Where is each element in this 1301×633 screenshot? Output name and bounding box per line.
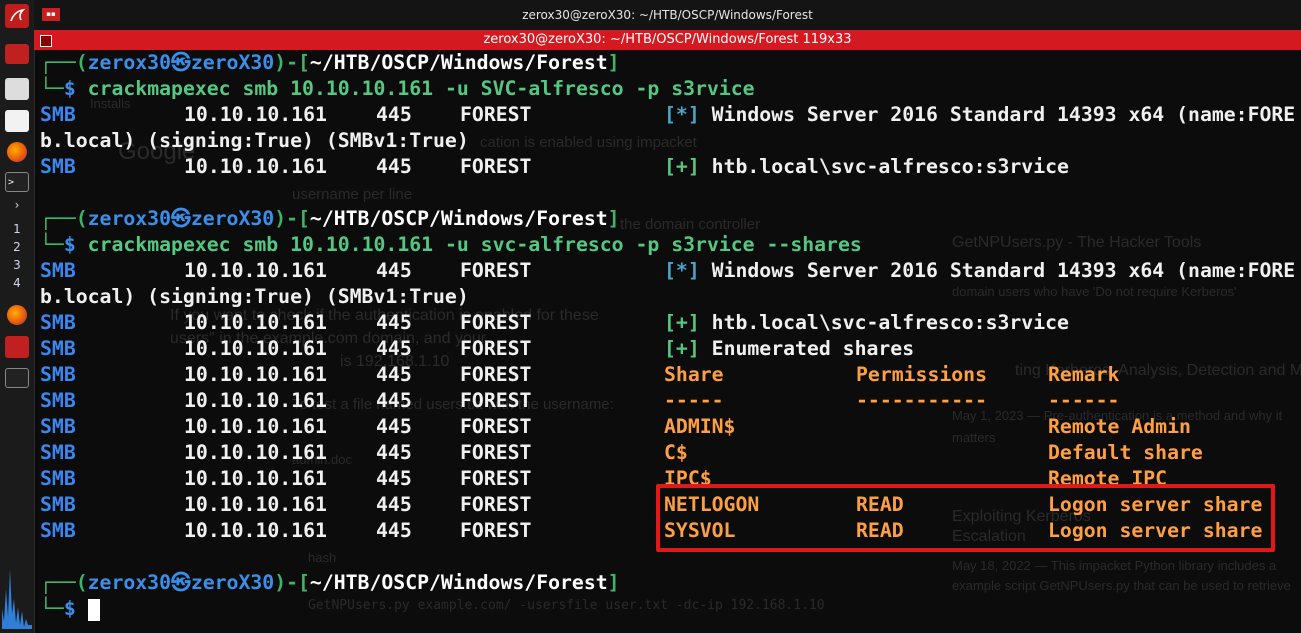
application-dock: > › 1 2 3 4 [0,0,35,633]
firefox-task-icon[interactable] [7,305,27,325]
output-row: SMB 10.10.10.161 445 FOREST [+] htb.local\sv… [40,311,1069,334]
highlight-box [656,484,1275,552]
file-manager-icon[interactable] [5,78,29,100]
terminal-task-icon[interactable] [5,368,29,388]
workspace-2[interactable]: 2 [0,240,34,254]
prompt-line: ┌──(zerox30㉿zeroX30)-[~/HTB/OSCP/Windows… [40,207,620,230]
command-line: └─$ crackmapexec smb 10.10.10.161 -u svc… [40,233,862,256]
output-row: SMB 10.10.10.161 445 FOREST [*] Windows Serv… [40,103,1296,126]
prompt-line: ┌──(zerox30㉿zeroX30)-[~/HTB/OSCP/Windows… [40,571,620,594]
terminal-task-red-icon[interactable] [5,336,29,358]
workspace-arrow-icon[interactable]: › [0,198,34,212]
workspace-4[interactable]: 4 [0,276,34,290]
red-app-icon[interactable] [5,44,29,64]
output-row: SMB 10.10.10.161 445 FOREST [*] Windows Serv… [40,259,1296,282]
share-header-row: SMB 10.10.10.161 445 FOREST Share Permissions… [40,363,1120,386]
terminal-titlebar[interactable]: zerox30@zeroX30: ~/HTB/OSCP/Windows/Fore… [34,30,1301,50]
text-editor-icon[interactable] [5,110,29,132]
output-row: SMB 10.10.10.161 445 FOREST [+] htb.local\sv… [40,155,1069,178]
text-cursor [87,598,100,621]
window-title: zerox30@zeroX30: ~/HTB/OSCP/Windows/Fore… [522,8,813,22]
share-row: SMB 10.10.10.161 445 FOREST C$ Default share [40,441,1203,464]
command-text: crackmapexec smb 10.10.10.161 -u SVC-alf… [87,77,755,100]
share-row: SMB 10.10.10.161 445 FOREST ADMIN$ Remote Adm… [40,415,1191,438]
output-wrap-line: b.local) (signing:True) (SMBv1:True) [40,129,469,152]
command-line[interactable]: └─$ [40,596,100,622]
terminal-icon[interactable]: > [5,172,29,192]
share-rule-row: SMB 10.10.10.161 445 FOREST ----- -----------… [40,389,1120,412]
output-row: SMB 10.10.10.161 445 FOREST [+] Enumerated s… [40,337,915,360]
firefox-icon[interactable] [7,142,27,162]
kali-menu-icon[interactable] [5,4,29,28]
output-wrap-line: b.local) (signing:True) (SMBv1:True) [40,285,469,308]
terminal-title: zerox30@zeroX30: ~/HTB/OSCP/Windows/Fore… [483,32,852,47]
command-line: └─$ crackmapexec smb 10.10.10.161 -u SVC… [40,77,755,100]
prompt-line: ┌──(zerox30㉿zeroX30)-[~/HTB/OSCP/Windows… [40,51,620,74]
command-text: crackmapexec smb 10.10.10.161 -u svc-alf… [87,233,862,256]
cpu-graph-icon [2,569,32,629]
workspace-1[interactable]: 1 [0,222,34,236]
workspace-3[interactable]: 3 [0,258,34,272]
window-titlebar[interactable]: ▪▪ zerox30@zeroX30: ~/HTB/OSCP/Windows/F… [34,0,1301,30]
